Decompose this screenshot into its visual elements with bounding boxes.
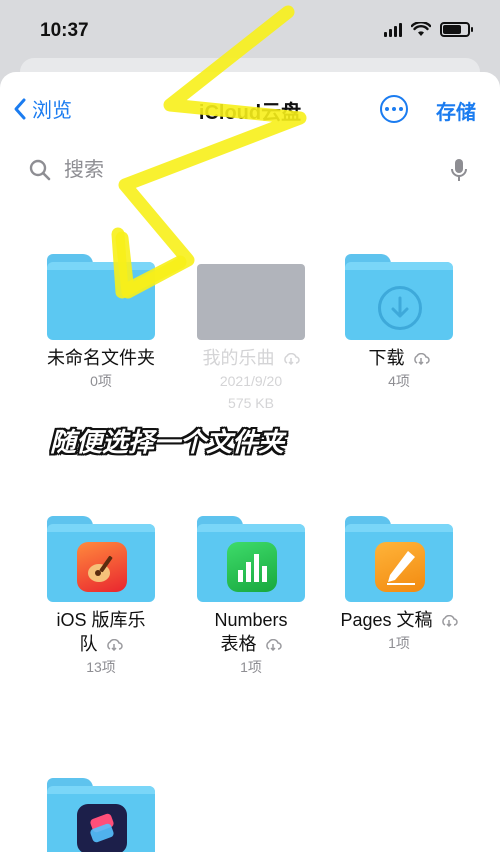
item-name: 我的乐曲 — [202, 348, 275, 368]
item-count: 4项 — [388, 373, 410, 389]
cloud-download-icon — [413, 353, 430, 366]
folder-icon — [345, 516, 453, 602]
item-count: 1项 — [388, 635, 410, 651]
cellular-signal-icon — [384, 22, 402, 37]
folder-numbers[interactable]: Numbers 表格 1项 — [176, 516, 326, 678]
folder-icon — [47, 254, 155, 340]
cloud-download-icon — [106, 639, 123, 652]
folder-pages[interactable]: Pages 文稿 1项 — [324, 516, 474, 654]
garageband-app-icon — [77, 542, 127, 592]
item-name-line2: 队 — [79, 634, 98, 654]
shortcuts-app-icon — [77, 804, 127, 852]
item-name: 未命名文件夹 — [47, 348, 155, 368]
save-button[interactable]: 存储 — [436, 96, 476, 125]
wifi-icon — [411, 22, 431, 36]
folder-downloads[interactable]: 下载 4项 — [324, 254, 474, 392]
folder-icon — [197, 516, 305, 602]
item-name: Pages 文稿 — [340, 610, 433, 630]
annotation-caption: 随便选择一个文件夹 — [50, 427, 285, 457]
file-my-song[interactable]: 我的乐曲 2021/9/20 575 KB — [176, 254, 326, 414]
folder-icon — [47, 516, 155, 602]
item-name: Numbers — [214, 610, 288, 630]
search-bar[interactable] — [20, 150, 482, 190]
folder-garageband[interactable]: iOS 版库乐 队 13项 — [26, 516, 176, 678]
folder-icon — [47, 778, 155, 852]
search-icon — [29, 159, 51, 181]
status-time: 10:37 — [40, 20, 89, 41]
numbers-app-icon — [227, 542, 277, 592]
search-input[interactable] — [64, 158, 424, 182]
status-bar: 10:37 — [0, 0, 500, 64]
file-thumbnail — [197, 254, 305, 340]
battery-icon — [440, 22, 473, 37]
item-size: 575 KB — [228, 395, 274, 411]
folder-shortcuts[interactable] — [26, 778, 176, 852]
item-name: iOS 版库乐 — [56, 610, 146, 630]
page-title: iCloud云盘 — [198, 102, 302, 124]
item-count: 1项 — [240, 659, 262, 675]
cloud-download-icon — [283, 353, 300, 366]
folder-icon — [345, 254, 453, 340]
cloud-download-icon — [441, 615, 458, 628]
item-name: 下载 — [368, 348, 405, 368]
item-date: 2021/9/20 — [219, 373, 283, 389]
pages-app-icon — [375, 542, 425, 592]
cloud-download-icon — [265, 639, 282, 652]
folder-untitled[interactable]: 未命名文件夹 0项 — [26, 254, 176, 392]
download-arrow-icon — [378, 286, 422, 330]
item-name-line2: 表格 — [220, 634, 257, 654]
item-count: 13项 — [86, 659, 116, 675]
microphone-icon[interactable] — [450, 158, 468, 182]
item-count: 0项 — [90, 373, 112, 389]
more-options-button[interactable] — [380, 95, 408, 123]
ellipsis-icon — [385, 107, 389, 111]
